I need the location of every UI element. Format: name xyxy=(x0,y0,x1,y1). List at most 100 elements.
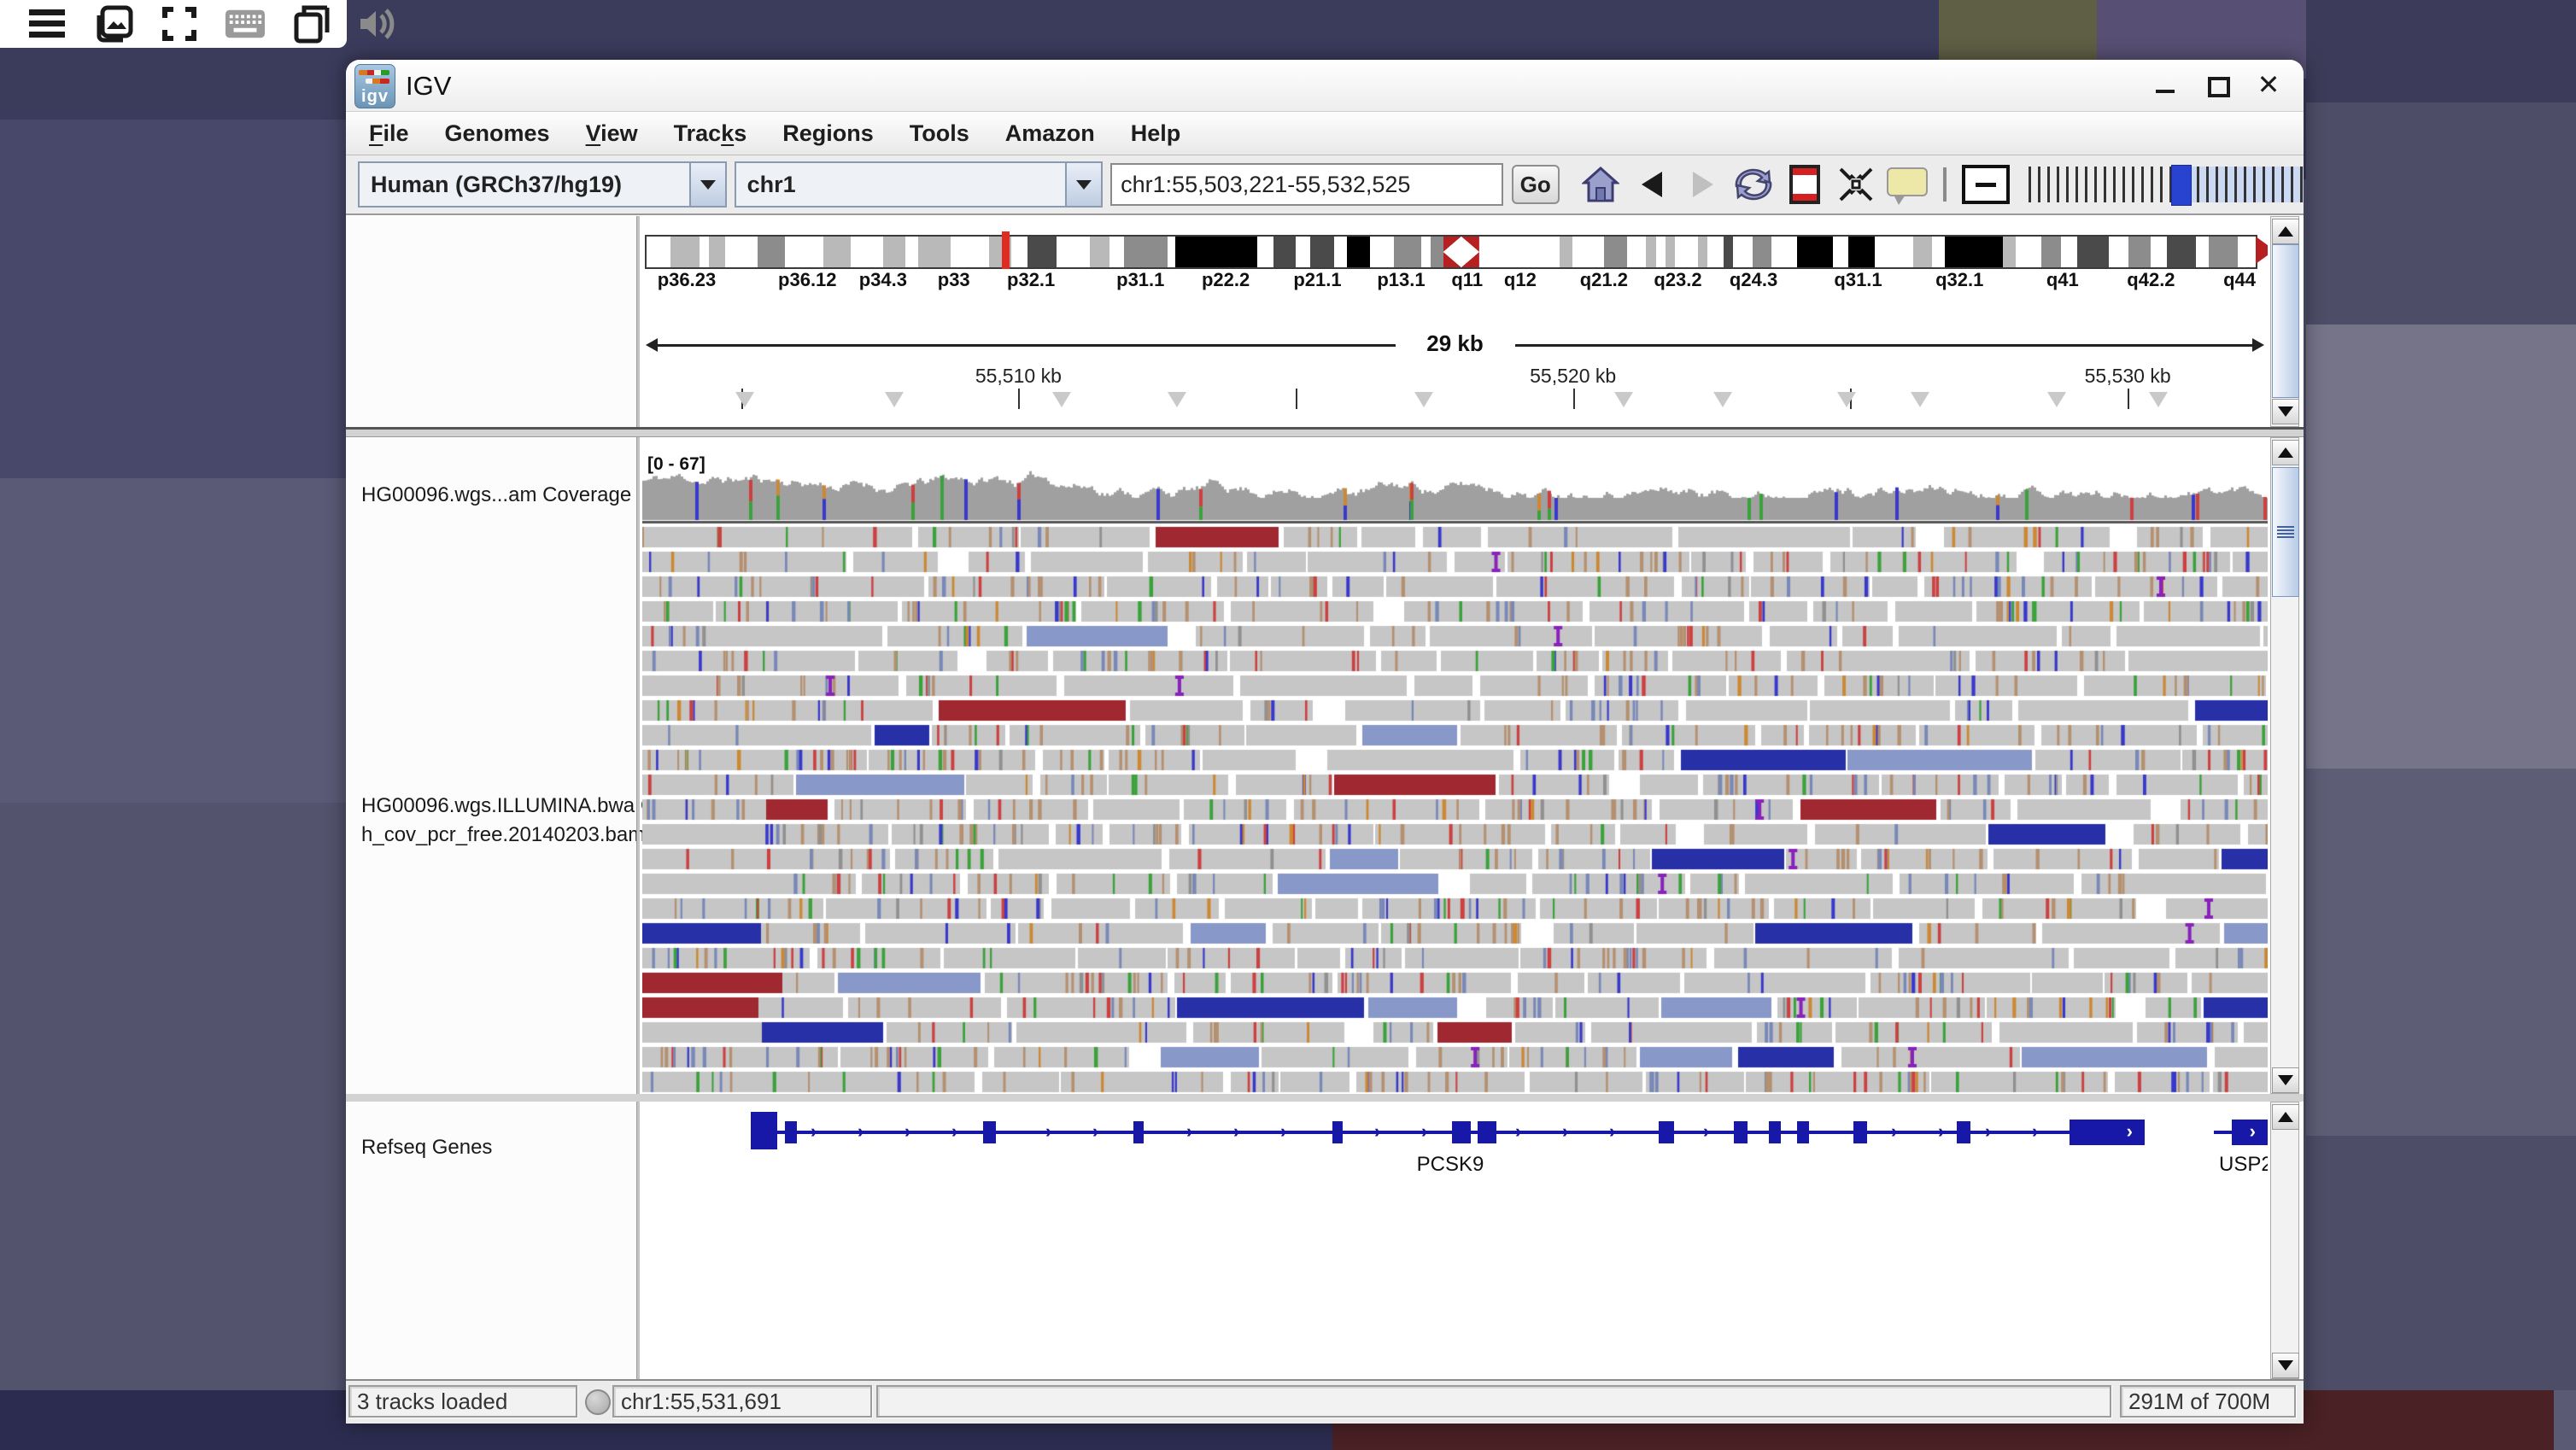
gene-exon[interactable] xyxy=(1797,1121,1809,1143)
copy-window-icon[interactable] xyxy=(294,4,330,44)
alignment-track-label-line1[interactable]: HG00096.wgs.ILLUMINA.bwa.G xyxy=(361,794,656,818)
fit-to-window-icon[interactable] xyxy=(1835,164,1876,205)
titlebar[interactable]: igv IGV ✕ xyxy=(346,60,2304,112)
panel-divider[interactable] xyxy=(636,216,640,427)
coverage-track-label[interactable]: HG00096.wgs...am Coverage xyxy=(361,483,631,507)
region-marker-icon[interactable] xyxy=(735,392,754,407)
chevron-down-icon[interactable] xyxy=(1065,163,1101,206)
gene-exon[interactable] xyxy=(1734,1121,1748,1143)
ideogram-band xyxy=(2196,237,2209,267)
strand-arrow-icon: › xyxy=(1233,1120,1239,1143)
menu-item-genomes[interactable]: Genomes xyxy=(427,120,568,147)
gene-exon[interactable] xyxy=(1452,1121,1471,1143)
gene-exon[interactable] xyxy=(1133,1121,1144,1143)
panel-divider[interactable] xyxy=(636,437,640,1094)
scroll-up-icon[interactable] xyxy=(2272,1104,2299,1130)
menu-item-tracks[interactable]: Tracks xyxy=(656,120,765,147)
gene-exon[interactable] xyxy=(1478,1121,1496,1143)
ideogram-band xyxy=(1833,237,1849,267)
region-marker-icon[interactable] xyxy=(1414,392,1433,407)
gene-exon[interactable] xyxy=(983,1121,996,1143)
region-marker-icon[interactable] xyxy=(1713,392,1732,407)
region-marker-icon[interactable] xyxy=(1911,392,1929,407)
chromosome-select[interactable]: chr1 xyxy=(735,161,1104,208)
gene-exon[interactable] xyxy=(785,1121,797,1143)
zoom-out-icon[interactable] xyxy=(1962,165,2010,204)
gene-exon[interactable] xyxy=(751,1112,777,1149)
back-icon[interactable] xyxy=(1631,164,1672,205)
region-marker-icon[interactable] xyxy=(2047,392,2066,407)
menu-item-file[interactable]: File xyxy=(351,120,427,147)
gene-name-label[interactable]: USP24 xyxy=(2219,1153,2268,1177)
menu-item-help[interactable]: Help xyxy=(1113,120,1199,147)
region-marker-icon[interactable] xyxy=(2149,392,2168,407)
locus-input[interactable] xyxy=(1110,163,1503,206)
alignment-canvas[interactable] xyxy=(642,437,2268,1094)
go-button[interactable]: Go xyxy=(1512,165,1560,204)
wallpaper-patch xyxy=(0,478,346,803)
ideogram-band xyxy=(1168,237,1175,267)
scrollbar-thumb[interactable] xyxy=(2272,244,2299,398)
ideogram-band xyxy=(700,237,709,267)
panel-splitter[interactable] xyxy=(346,430,2304,437)
ideogram-band-label: q24.3 xyxy=(1730,269,1777,291)
scroll-down-icon[interactable] xyxy=(2272,399,2299,424)
chromosome-ideogram[interactable]: p36.23p36.12p34.3p33p32.1p31.1p22.2p21.1… xyxy=(642,216,2268,427)
alignment-scrollbar[interactable] xyxy=(2270,437,2299,1094)
header-scrollbar[interactable] xyxy=(2270,216,2299,427)
gene-exon[interactable] xyxy=(1957,1121,1970,1143)
strand-arrow-icon: › xyxy=(905,1120,910,1143)
define-region-icon[interactable] xyxy=(1784,164,1825,205)
forward-icon[interactable] xyxy=(1683,164,1724,205)
region-marker-icon[interactable] xyxy=(1052,392,1071,407)
scroll-up-icon[interactable] xyxy=(2272,219,2299,244)
refresh-icon[interactable] xyxy=(1733,164,1774,205)
menu-item-amazon[interactable]: Amazon xyxy=(987,120,1113,147)
region-marker-icon[interactable] xyxy=(1614,392,1633,407)
ideogram-bar[interactable] xyxy=(645,235,2257,269)
gene-track-label[interactable]: Refseq Genes xyxy=(361,1136,492,1160)
alignment-track-label-line2[interactable]: h_cov_pcr_free.20140203.bam xyxy=(361,823,645,847)
region-marker-icon[interactable] xyxy=(1168,392,1186,407)
scrollbar-thumb[interactable] xyxy=(2272,467,2299,597)
popup-behavior-icon[interactable] xyxy=(1887,164,1928,205)
gene-exon[interactable] xyxy=(1853,1121,1867,1143)
gene-scrollbar[interactable] xyxy=(2270,1102,2299,1379)
panel-divider[interactable] xyxy=(636,1102,640,1379)
ruler-tick-label: 55,510 kb xyxy=(975,365,1062,388)
menu-item-tools[interactable]: Tools xyxy=(892,120,987,147)
region-marker-icon[interactable] xyxy=(885,392,904,407)
gene-exon[interactable]: › xyxy=(2232,1120,2268,1145)
maximize-icon[interactable] xyxy=(2204,73,2230,98)
minimize-icon[interactable] xyxy=(2153,73,2179,98)
chevron-down-icon[interactable] xyxy=(689,163,725,206)
scroll-up-icon[interactable] xyxy=(2272,440,2299,465)
screenshot-icon[interactable] xyxy=(94,4,133,44)
region-marker-icon[interactable] xyxy=(1837,392,1856,407)
menu-item-view[interactable]: View xyxy=(568,120,656,147)
zoom-slider[interactable] xyxy=(2022,165,2304,204)
gene-exon[interactable]: › xyxy=(2070,1120,2145,1145)
volume-icon[interactable] xyxy=(359,4,396,44)
home-icon[interactable] xyxy=(1580,164,1621,205)
menu-item-regions[interactable]: Regions xyxy=(764,120,892,147)
keyboard-icon[interactable] xyxy=(225,4,265,44)
fullscreen-icon[interactable] xyxy=(162,4,196,44)
coverage-range-label: [0 - 67] xyxy=(647,454,705,475)
ideogram-band xyxy=(1666,237,1675,267)
ideogram-band xyxy=(2109,237,2128,267)
gene-exon[interactable] xyxy=(1659,1121,1674,1143)
close-icon[interactable]: ✕ xyxy=(2256,73,2281,98)
ideogram-view-marker[interactable] xyxy=(1002,231,1010,269)
gene-exon[interactable] xyxy=(1769,1121,1781,1143)
gene-name-label[interactable]: PCSK9 xyxy=(1417,1153,1484,1177)
menu-icon[interactable] xyxy=(29,4,65,44)
scroll-down-icon[interactable] xyxy=(2272,1353,2299,1378)
genome-select[interactable]: Human (GRCh37/hg19) xyxy=(358,161,727,208)
gene-exon[interactable] xyxy=(1332,1121,1343,1143)
ruler-span-label: 29 kb xyxy=(1414,330,1496,357)
zoom-slider-thumb[interactable] xyxy=(2171,165,2192,206)
gene-data-area[interactable]: ››››››››››››››››››››PCSK9›USP24 xyxy=(642,1102,2268,1379)
ideogram-band xyxy=(1175,237,1257,267)
scroll-down-icon[interactable] xyxy=(2272,1067,2299,1093)
